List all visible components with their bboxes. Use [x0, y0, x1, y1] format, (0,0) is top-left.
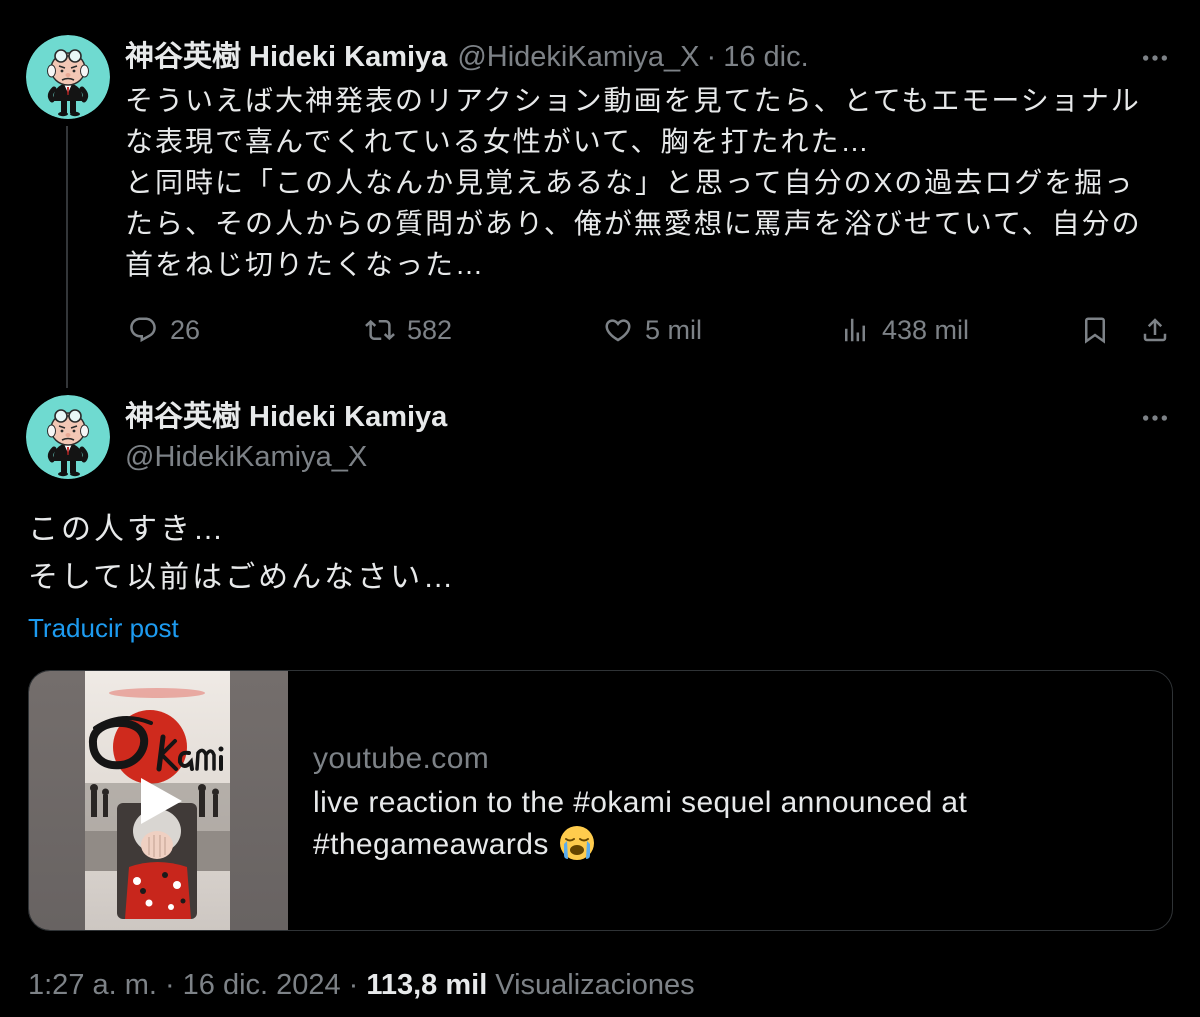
link-preview-card[interactable]: youtube.com live reaction to the #okami … — [28, 670, 1173, 931]
video-thumbnail[interactable] — [29, 671, 288, 930]
post-text-line: この人すき… — [28, 513, 226, 546]
bookmark-icon — [1085, 317, 1105, 344]
card-title-text: #thegameawards — [313, 828, 549, 861]
post-text-line: そして以前はごめんなさい… — [28, 561, 457, 594]
share-button[interactable] — [1140, 314, 1170, 346]
repost-icon — [365, 319, 395, 341]
post-date[interactable]: 16 dic. — [723, 40, 808, 74]
avatar-image — [26, 395, 110, 479]
main-post-header: 神谷英樹 Hideki Kamiya — [125, 400, 450, 434]
display-name[interactable]: 神谷英樹 Hideki Kamiya — [125, 40, 447, 74]
views-button[interactable]: 438 mil — [840, 314, 969, 346]
thread-post-header: 神谷英樹 Hideki Kamiya @HidekiKamiya_X · 16 … — [125, 40, 809, 74]
more-button[interactable] — [1138, 41, 1172, 75]
views-total: 113,8 mil — [366, 969, 488, 1001]
loudly-crying-face-icon — [559, 826, 594, 860]
post-meta: 1:27 a. m. · 16 dic. 2024 · 113,8 mil Vi… — [28, 968, 695, 1002]
post-text-line: 首をねじ切りたくなった… — [125, 249, 486, 280]
avatar[interactable] — [26, 395, 110, 479]
post-text-line: と同時に「この人なんか見覚えあるな」と思って自分のXの過去ログを掘っ — [125, 167, 1135, 198]
heart-icon — [605, 319, 631, 342]
share-icon — [1143, 318, 1167, 342]
reply-button[interactable]: 26 — [128, 314, 200, 346]
separator-dot: · — [706, 41, 717, 73]
reply-icon — [130, 317, 156, 343]
avatar-image — [26, 35, 110, 119]
separator-dot: · — [348, 969, 359, 1001]
translate-post-link[interactable]: Traducir post — [28, 612, 179, 644]
thread-connector-line — [66, 126, 68, 388]
main-post-text: この人すき… そして以前はごめんなさい… — [28, 506, 1168, 602]
bookmark-button[interactable] — [1080, 314, 1110, 346]
views-icon — [845, 318, 865, 342]
card-title-line: live reaction to the #okami sequel annou… — [313, 786, 968, 819]
thread-post-text: そういえば大神発表のリアクション動画を見てたら、とてもエモーショナル な表現で喜… — [125, 80, 1185, 285]
views-count: 438 mil — [882, 315, 970, 345]
post-full-date[interactable]: 16 dic. 2024 — [183, 968, 341, 1002]
post-text-line: な表現で喜んでくれている女性がいて、胸を打たれた… — [125, 126, 871, 157]
post-time[interactable]: 1:27 a. m. — [28, 968, 157, 1002]
post-text-line: たら、その人からの質問があり、俺が無愛想に罵声を浴びせていて、自分の — [125, 208, 1142, 239]
more-icon — [1139, 42, 1171, 74]
card-domain: youtube.com — [313, 742, 490, 775]
card-title-line-2: #thegameawards — [313, 824, 595, 866]
handle[interactable]: @HidekiKamiya_X — [125, 440, 367, 474]
repost-button[interactable]: 582 — [365, 314, 452, 346]
reply-count: 26 — [170, 315, 201, 345]
more-icon — [1139, 402, 1171, 434]
like-button[interactable]: 5 mil — [603, 314, 702, 346]
like-count: 5 mil — [645, 315, 703, 345]
handle[interactable]: @HidekiKamiya_X — [457, 40, 699, 74]
repost-count: 582 — [407, 315, 453, 345]
post-text-line: そういえば大神発表のリアクション動画を見てたら、とてもエモーショナル — [125, 85, 1141, 116]
more-button[interactable] — [1138, 401, 1172, 435]
main-post-handle-row: @HidekiKamiya_X — [125, 440, 367, 474]
views-label: Visualizaciones — [495, 969, 695, 1001]
avatar[interactable] — [26, 35, 110, 119]
separator-dot: · — [164, 969, 175, 1001]
display-name[interactable]: 神谷英樹 Hideki Kamiya — [125, 400, 447, 434]
thumbnail-image — [29, 671, 288, 930]
